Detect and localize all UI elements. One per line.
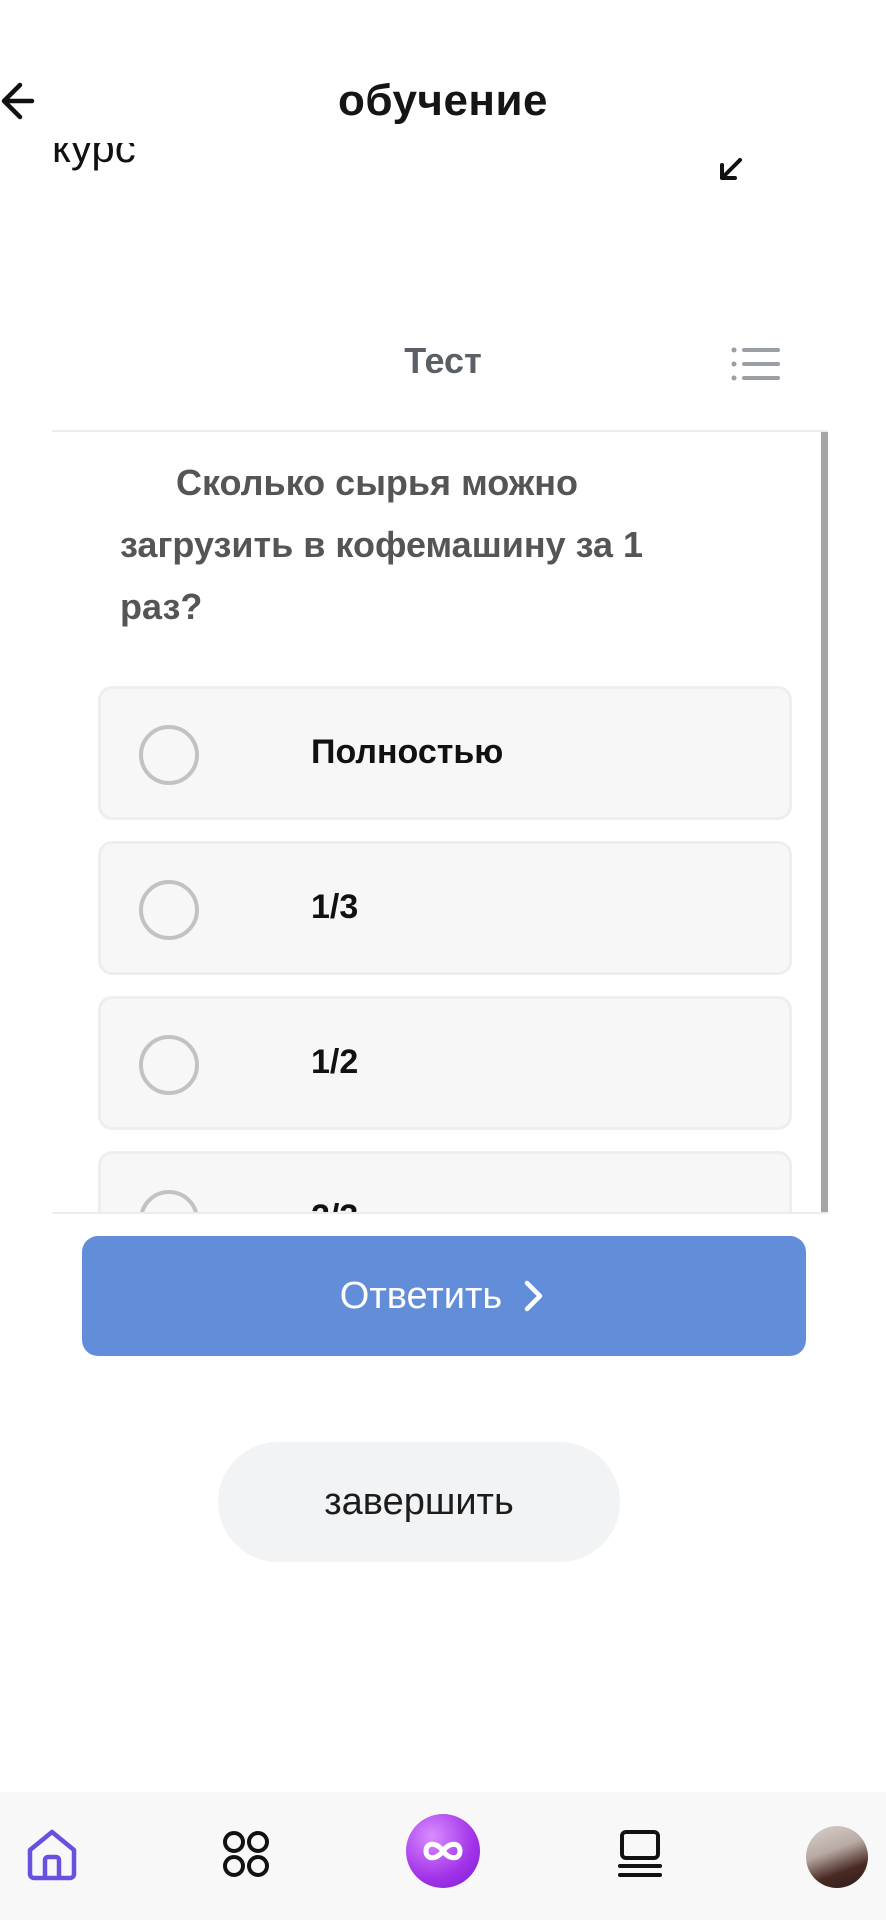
nav-catalog[interactable] [214, 1822, 278, 1886]
nav-infinity[interactable] [406, 1814, 480, 1888]
bottom-nav [0, 1792, 886, 1920]
question-text: Сколько сырья можно загрузить в кофемаши… [120, 462, 644, 627]
scrollbar[interactable] [821, 432, 828, 1212]
page-title: обучение [337, 76, 549, 125]
finish-button-label: завершить [324, 1480, 514, 1523]
list-icon [731, 347, 780, 381]
infinity-icon [423, 1841, 463, 1861]
answer-option[interactable]: 1/3 [98, 841, 792, 975]
answer-option[interactable]: 1/2 [98, 996, 792, 1130]
courses-icon [618, 1830, 662, 1877]
header: обучение [0, 0, 886, 150]
collapse-button[interactable] [716, 154, 746, 184]
radio-button[interactable] [139, 725, 199, 785]
nav-home[interactable] [20, 1822, 84, 1886]
grid-icon [223, 1831, 269, 1877]
radio-button[interactable] [139, 1190, 199, 1212]
answer-button[interactable]: Ответить [82, 1236, 806, 1356]
answer-option[interactable]: Полностью [98, 686, 792, 820]
quiz-panel: Сколько сырья можно загрузить в кофемаши… [52, 430, 828, 1214]
answer-option-label: 2/3 [311, 1198, 358, 1212]
radio-button[interactable] [139, 880, 199, 940]
answer-option-label: Полностью [311, 733, 504, 771]
avatar[interactable] [806, 1826, 868, 1888]
course-title-peek: курс [52, 143, 136, 171]
finish-button[interactable]: завершить [218, 1442, 620, 1562]
answer-option-label: 1/2 [311, 1043, 359, 1081]
arrow-down-left-icon [720, 158, 742, 180]
answer-button-label: Ответить [339, 1274, 503, 1317]
answer-option-label: 1/3 [311, 888, 359, 926]
radio-button[interactable] [139, 1035, 199, 1095]
home-icon [27, 1829, 77, 1881]
chevron-right-icon [524, 1280, 543, 1312]
questions-list-button[interactable] [730, 346, 782, 382]
answer-option[interactable]: 2/3 [98, 1151, 792, 1212]
nav-courses[interactable] [608, 1822, 672, 1886]
